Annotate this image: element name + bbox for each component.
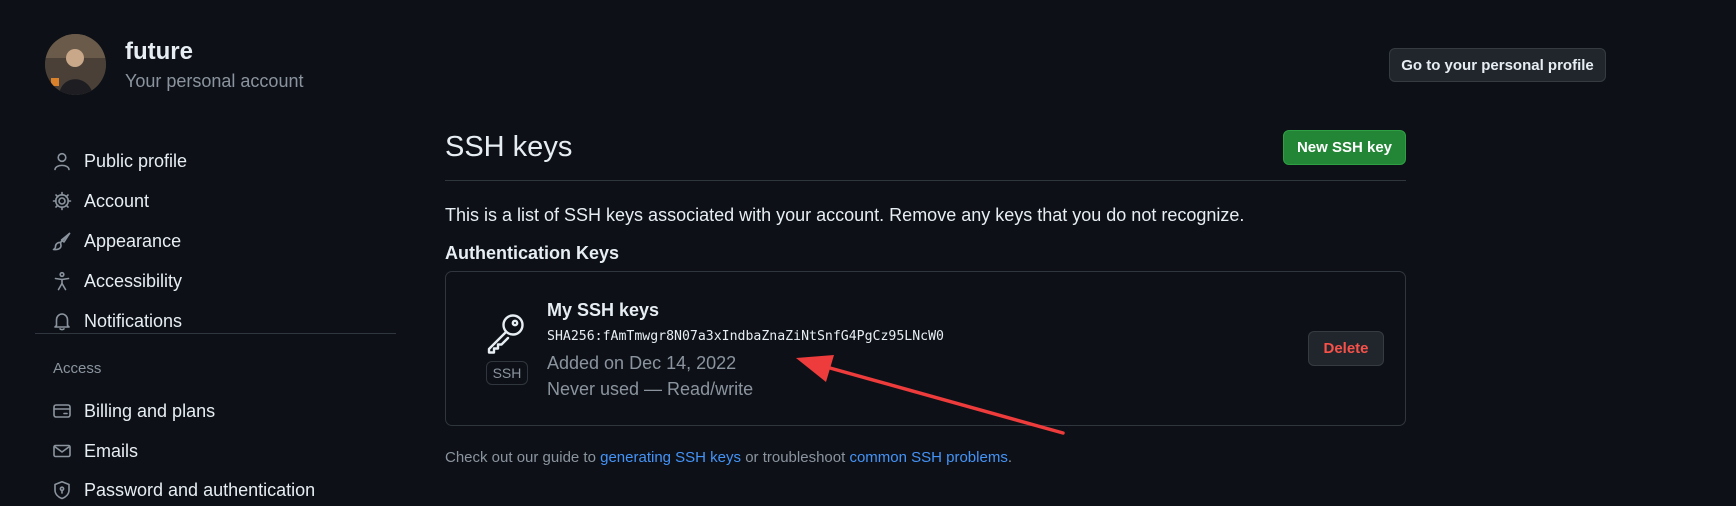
page-title: SSH keys bbox=[445, 131, 573, 163]
sidebar-item-billing[interactable]: Billing and plans bbox=[52, 395, 215, 427]
ssh-badge: SSH bbox=[486, 361, 528, 385]
key-added-date: Added on Dec 14, 2022 bbox=[547, 353, 737, 373]
common-ssh-problems-link[interactable]: common SSH problems bbox=[849, 449, 1007, 466]
mail-icon bbox=[53, 444, 71, 458]
sidebar-item-label: Accessibility bbox=[84, 270, 183, 291]
person-icon bbox=[54, 152, 70, 171]
authentication-keys-heading: Authentication Keys bbox=[445, 243, 620, 263]
footer-prefix: Check out our guide to bbox=[445, 449, 601, 466]
username: future bbox=[125, 38, 193, 65]
key-usage-status: Never used — Read/write bbox=[547, 379, 754, 399]
sidebar-heading-access: Access bbox=[53, 360, 102, 377]
footer-middle: or troubleshoot bbox=[741, 449, 850, 466]
sidebar-item-label: Appearance bbox=[84, 230, 182, 251]
gear-icon bbox=[52, 191, 72, 211]
key-title: My SSH keys bbox=[547, 300, 660, 320]
sidebar-item-label: Notifications bbox=[84, 310, 183, 331]
account-subtitle: Your personal account bbox=[125, 71, 304, 91]
shield-lock-icon bbox=[54, 481, 70, 500]
accessibility-icon bbox=[54, 271, 70, 291]
sidebar-item-label: Public profile bbox=[84, 150, 188, 171]
sidebar-item-emails[interactable]: Emails bbox=[52, 435, 138, 467]
sidebar-divider bbox=[35, 333, 396, 334]
generating-ssh-keys-link[interactable]: generating SSH keys bbox=[600, 449, 741, 466]
sidebar-item-appearance[interactable]: Appearance bbox=[52, 225, 181, 257]
key-fingerprint: SHA256:fAmTmwgr8N07a3xIndbaZnaZiNtSnfG4P… bbox=[547, 329, 944, 344]
credit-card-icon bbox=[53, 404, 71, 418]
paintbrush-icon bbox=[52, 232, 71, 251]
intro-text: This is a list of SSH keys associated wi… bbox=[445, 205, 1245, 225]
new-ssh-key-button[interactable]: New SSH key bbox=[1283, 130, 1406, 165]
bell-icon bbox=[54, 313, 70, 331]
key-icon bbox=[484, 310, 528, 354]
sidebar-item-password-authentication[interactable]: Password and authentication bbox=[52, 474, 315, 506]
sidebar-item-public-profile[interactable]: Public profile bbox=[52, 145, 187, 177]
sidebar-item-accessibility[interactable]: Accessibility bbox=[52, 265, 182, 297]
sidebar-item-account[interactable]: Account bbox=[52, 185, 149, 217]
sidebar-item-label: Account bbox=[84, 190, 150, 211]
delete-key-button[interactable]: Delete bbox=[1308, 331, 1384, 366]
sidebar-item-label: Password and authentication bbox=[84, 479, 316, 500]
footer-suffix: . bbox=[1007, 449, 1012, 466]
sidebar-item-label: Emails bbox=[84, 440, 139, 461]
footer-note: Check out our guide to generating SSH ke… bbox=[445, 449, 1012, 466]
go-to-profile-button[interactable]: Go to your personal profile bbox=[1389, 48, 1606, 82]
title-divider bbox=[445, 180, 1406, 181]
avatar[interactable] bbox=[45, 34, 106, 95]
ssh-key-card bbox=[445, 271, 1406, 426]
sidebar-item-label: Billing and plans bbox=[84, 400, 216, 421]
